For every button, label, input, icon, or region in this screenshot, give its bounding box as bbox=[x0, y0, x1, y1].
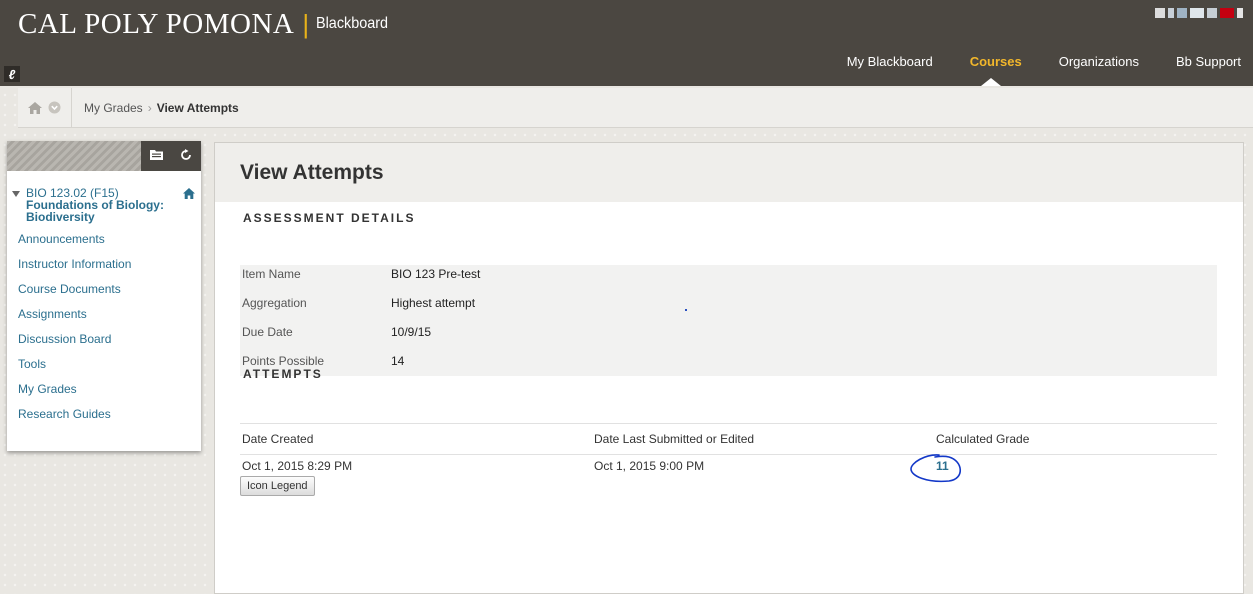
course-menu-toolbar bbox=[7, 141, 201, 171]
content-panel: View Attempts ASSESSMENT DETAILS Item Na… bbox=[214, 142, 1244, 594]
course-name-line2: Biodiversity bbox=[26, 210, 95, 224]
column-date-created[interactable]: Date Created bbox=[240, 432, 594, 446]
course-home-icon[interactable] bbox=[183, 188, 195, 202]
course-menu: BIO 123.02 (F15) Foundations of Biology:… bbox=[7, 141, 201, 451]
edit-mode-icon[interactable]: ℓ bbox=[4, 66, 20, 82]
course-menu-tools bbox=[141, 141, 201, 171]
course-title[interactable]: BIO 123.02 (F15) Foundations of Biology:… bbox=[7, 171, 201, 223]
menu-tools[interactable]: Tools bbox=[18, 356, 201, 381]
detail-label: Aggregation bbox=[242, 296, 307, 310]
brand-name: CAL POLY POMONA bbox=[18, 7, 295, 40]
chevron-down-icon[interactable] bbox=[48, 101, 61, 114]
detail-value: BIO 123 Pre-test bbox=[391, 267, 481, 281]
page-title: View Attempts bbox=[240, 161, 384, 184]
folder-view-icon[interactable] bbox=[149, 149, 163, 163]
menu-course-documents[interactable]: Course Documents bbox=[18, 281, 201, 306]
column-date-last-submitted[interactable]: Date Last Submitted or Edited bbox=[594, 432, 936, 446]
table-header: Date Created Date Last Submitted or Edit… bbox=[240, 423, 1217, 455]
nav-courses[interactable]: Courses bbox=[945, 46, 1034, 86]
menu-my-grades[interactable]: My Grades bbox=[18, 381, 201, 406]
refresh-icon[interactable] bbox=[180, 148, 192, 164]
cell-grade: 11 bbox=[936, 459, 1217, 473]
icon-legend-button[interactable]: Icon Legend bbox=[240, 476, 315, 496]
home-icon[interactable] bbox=[28, 101, 42, 114]
nav-organizations[interactable]: Organizations bbox=[1034, 46, 1151, 86]
breadcrumb-current: View Attempts bbox=[156, 100, 239, 115]
page-header: View Attempts bbox=[215, 143, 1243, 202]
cell-date-created: Oct 1, 2015 8:29 PM bbox=[242, 459, 353, 473]
detail-row-due-date: Due Date 10/9/15 bbox=[240, 323, 1217, 352]
breadcrumb: My Grades › View Attempts bbox=[18, 87, 1253, 128]
breadcrumb-trail: My Grades › View Attempts bbox=[72, 101, 239, 115]
menu-announcements[interactable]: Announcements bbox=[18, 231, 201, 256]
handwritten-circle-annotation bbox=[910, 454, 962, 483]
user-avatar-strip[interactable] bbox=[1155, 8, 1243, 18]
table-row: Oct 1, 2015 8:29 PM Oct 1, 2015 9:00 PM … bbox=[240, 455, 1217, 477]
breadcrumb-icons bbox=[18, 87, 72, 128]
brand-separator: | bbox=[302, 8, 310, 39]
menu-discussion-board[interactable]: Discussion Board bbox=[18, 331, 201, 356]
attempts-heading: ATTEMPTS bbox=[243, 367, 323, 381]
assessment-details-heading: ASSESSMENT DETAILS bbox=[243, 211, 416, 225]
menu-research-guides[interactable]: Research Guides bbox=[18, 406, 201, 431]
nav-bb-support[interactable]: Bb Support bbox=[1151, 46, 1253, 86]
menu-assignments[interactable]: Assignments bbox=[18, 306, 201, 331]
detail-row-points-possible: Points Possible 14 bbox=[240, 352, 1217, 381]
course-title-text[interactable]: BIO 123.02 (F15) Foundations of Biology:… bbox=[26, 187, 176, 223]
course-menu-list: Announcements Instructor Information Cou… bbox=[7, 223, 201, 431]
top-navigation: My Blackboard Courses Organizations Bb S… bbox=[822, 46, 1253, 86]
detail-value: 14 bbox=[391, 354, 405, 368]
collapse-triangle-icon[interactable] bbox=[12, 191, 20, 197]
brand-logo[interactable]: CAL POLY POMONA | Blackboard bbox=[18, 7, 396, 41]
global-header: CAL POLY POMONA | Blackboard ℓ My Blackb… bbox=[0, 0, 1253, 86]
breadcrumb-my-grades[interactable]: My Grades bbox=[84, 101, 143, 115]
detail-label: Due Date bbox=[242, 325, 293, 339]
menu-instructor-information[interactable]: Instructor Information bbox=[18, 256, 201, 281]
detail-value: 10/9/15 bbox=[391, 325, 432, 339]
detail-label: Item Name bbox=[242, 267, 301, 281]
detail-row-aggregation: Aggregation Highest attempt bbox=[240, 294, 1217, 323]
detail-row-item-name: Item Name BIO 123 Pre-test bbox=[240, 265, 1217, 294]
breadcrumb-separator: › bbox=[147, 100, 152, 115]
detail-value: Highest attempt bbox=[391, 296, 476, 310]
column-calculated-grade[interactable]: Calculated Grade bbox=[936, 432, 1217, 446]
stray-ink-dot bbox=[685, 309, 687, 311]
brand-product: Blackboard bbox=[316, 15, 389, 32]
nav-my-blackboard[interactable]: My Blackboard bbox=[822, 46, 945, 86]
assessment-details: Item Name BIO 123 Pre-test Aggregation H… bbox=[240, 265, 1217, 376]
cell-date-submitted: Oct 1, 2015 9:00 PM bbox=[594, 459, 705, 473]
attempts-table: Date Created Date Last Submitted or Edit… bbox=[240, 423, 1217, 477]
